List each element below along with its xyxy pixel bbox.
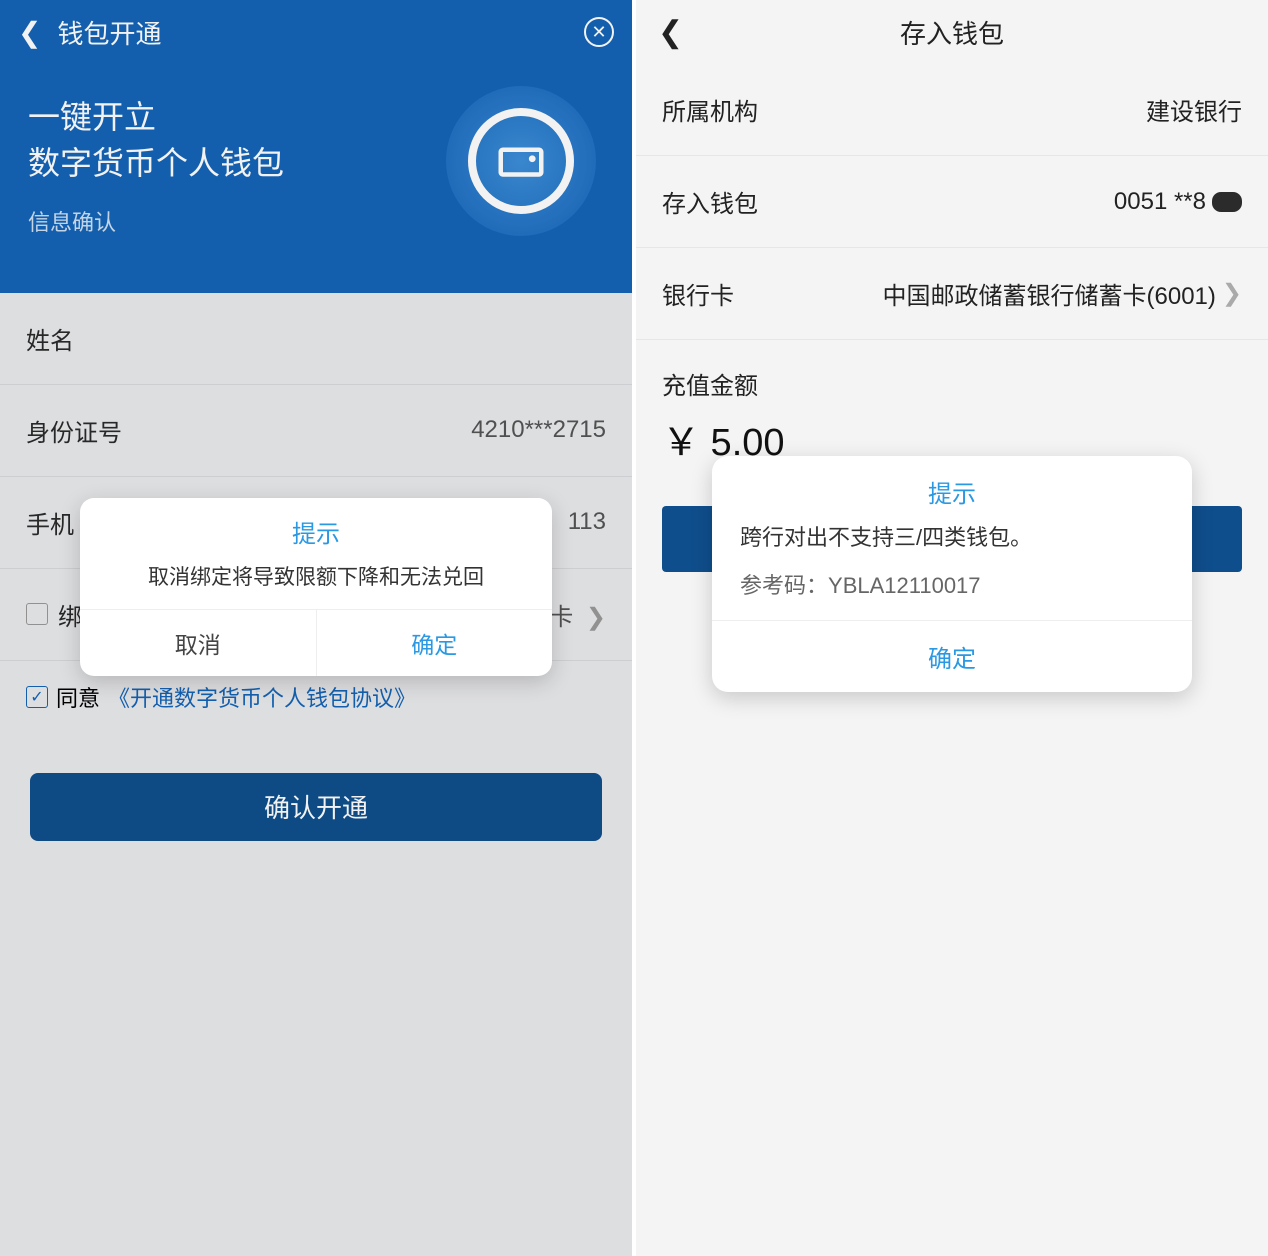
agreement-link[interactable]: 《开通数字货币个人钱包协议》 xyxy=(108,681,416,713)
field-phone-value: 113 xyxy=(568,508,606,536)
confirm-open-button[interactable]: 确认开通 xyxy=(30,773,602,841)
bind-card-checkbox[interactable]: ✓ xyxy=(26,603,48,625)
row-org-value: 建设银行 xyxy=(1146,92,1242,127)
hero-banner: 一键开立 数字货币个人钱包 信息确认 xyxy=(0,64,632,293)
close-icon[interactable]: ✕ xyxy=(584,17,614,47)
header-bar: ❮ 存入钱包 xyxy=(636,0,1268,64)
field-id[interactable]: 身份证号 4210***2715 xyxy=(0,385,632,477)
row-bank-value: 中国邮政储蓄银行储蓄卡(6001) ❯ xyxy=(883,276,1242,311)
row-wallet[interactable]: 存入钱包 0051 **8 xyxy=(636,156,1268,248)
page-title: 钱包开通 xyxy=(57,14,584,51)
wallet-icon xyxy=(468,108,574,214)
screen-wallet-open: ❮ 钱包开通 ✕ 一键开立 数字货币个人钱包 信息确认 姓名 身份证号 4210… xyxy=(0,0,634,1256)
amount-label: 充值金额 xyxy=(636,340,1268,411)
dialog-cancel-button[interactable]: 取消 xyxy=(80,610,317,676)
row-org: 所属机构 建设银行 xyxy=(636,64,1268,156)
back-icon[interactable]: ❮ xyxy=(18,16,41,49)
chevron-right-icon: ❯ xyxy=(586,604,606,631)
dialog-ok-button[interactable]: 确定 xyxy=(712,620,1192,692)
dialog-message: 取消绑定将导致限额下降和无法兑回 xyxy=(80,561,552,609)
row-wallet-label: 存入钱包 xyxy=(662,184,758,219)
field-id-label: 身份证号 xyxy=(26,413,122,448)
dialog-error: 提示 跨行对出不支持三/四类钱包。 参考码：YBLA12110017 确定 xyxy=(712,456,1192,692)
field-phone-label: 手机 xyxy=(26,505,74,540)
field-id-value: 4210***2715 xyxy=(471,416,606,444)
agreement-label: 同意 xyxy=(56,681,100,713)
masked-icon xyxy=(1212,192,1242,212)
header-bar: ❮ 钱包开通 ✕ xyxy=(0,0,632,64)
row-bank[interactable]: 银行卡 中国邮政储蓄银行储蓄卡(6001) ❯ xyxy=(636,248,1268,340)
dialog-title: 提示 xyxy=(80,498,552,561)
row-bank-label: 银行卡 xyxy=(662,276,734,311)
bind-card-label: 绑 xyxy=(58,597,82,632)
bind-card-value: 卡 ❯ xyxy=(549,597,606,632)
dialog-message: 跨行对出不支持三/四类钱包。 xyxy=(712,521,1192,568)
chevron-right-icon: ❯ xyxy=(1222,279,1242,308)
screen-deposit: ❮ 存入钱包 所属机构 建设银行 存入钱包 0051 **8 银行卡 中国邮政储… xyxy=(634,0,1268,1256)
wallet-badge xyxy=(446,86,596,236)
row-org-label: 所属机构 xyxy=(662,92,758,127)
dialog-ok-button[interactable]: 确定 xyxy=(317,610,553,676)
agreement-checkbox[interactable]: ✓ xyxy=(26,686,48,708)
page-title: 存入钱包 xyxy=(636,14,1268,51)
field-name[interactable]: 姓名 xyxy=(0,293,632,385)
field-name-label: 姓名 xyxy=(26,321,74,356)
dialog-title: 提示 xyxy=(712,456,1192,521)
row-wallet-value: 0051 **8 xyxy=(1114,188,1242,216)
dialog-reference: 参考码：YBLA12110017 xyxy=(712,568,1192,620)
dialog-unbind: 提示 取消绑定将导致限额下降和无法兑回 取消 确定 xyxy=(80,498,552,676)
